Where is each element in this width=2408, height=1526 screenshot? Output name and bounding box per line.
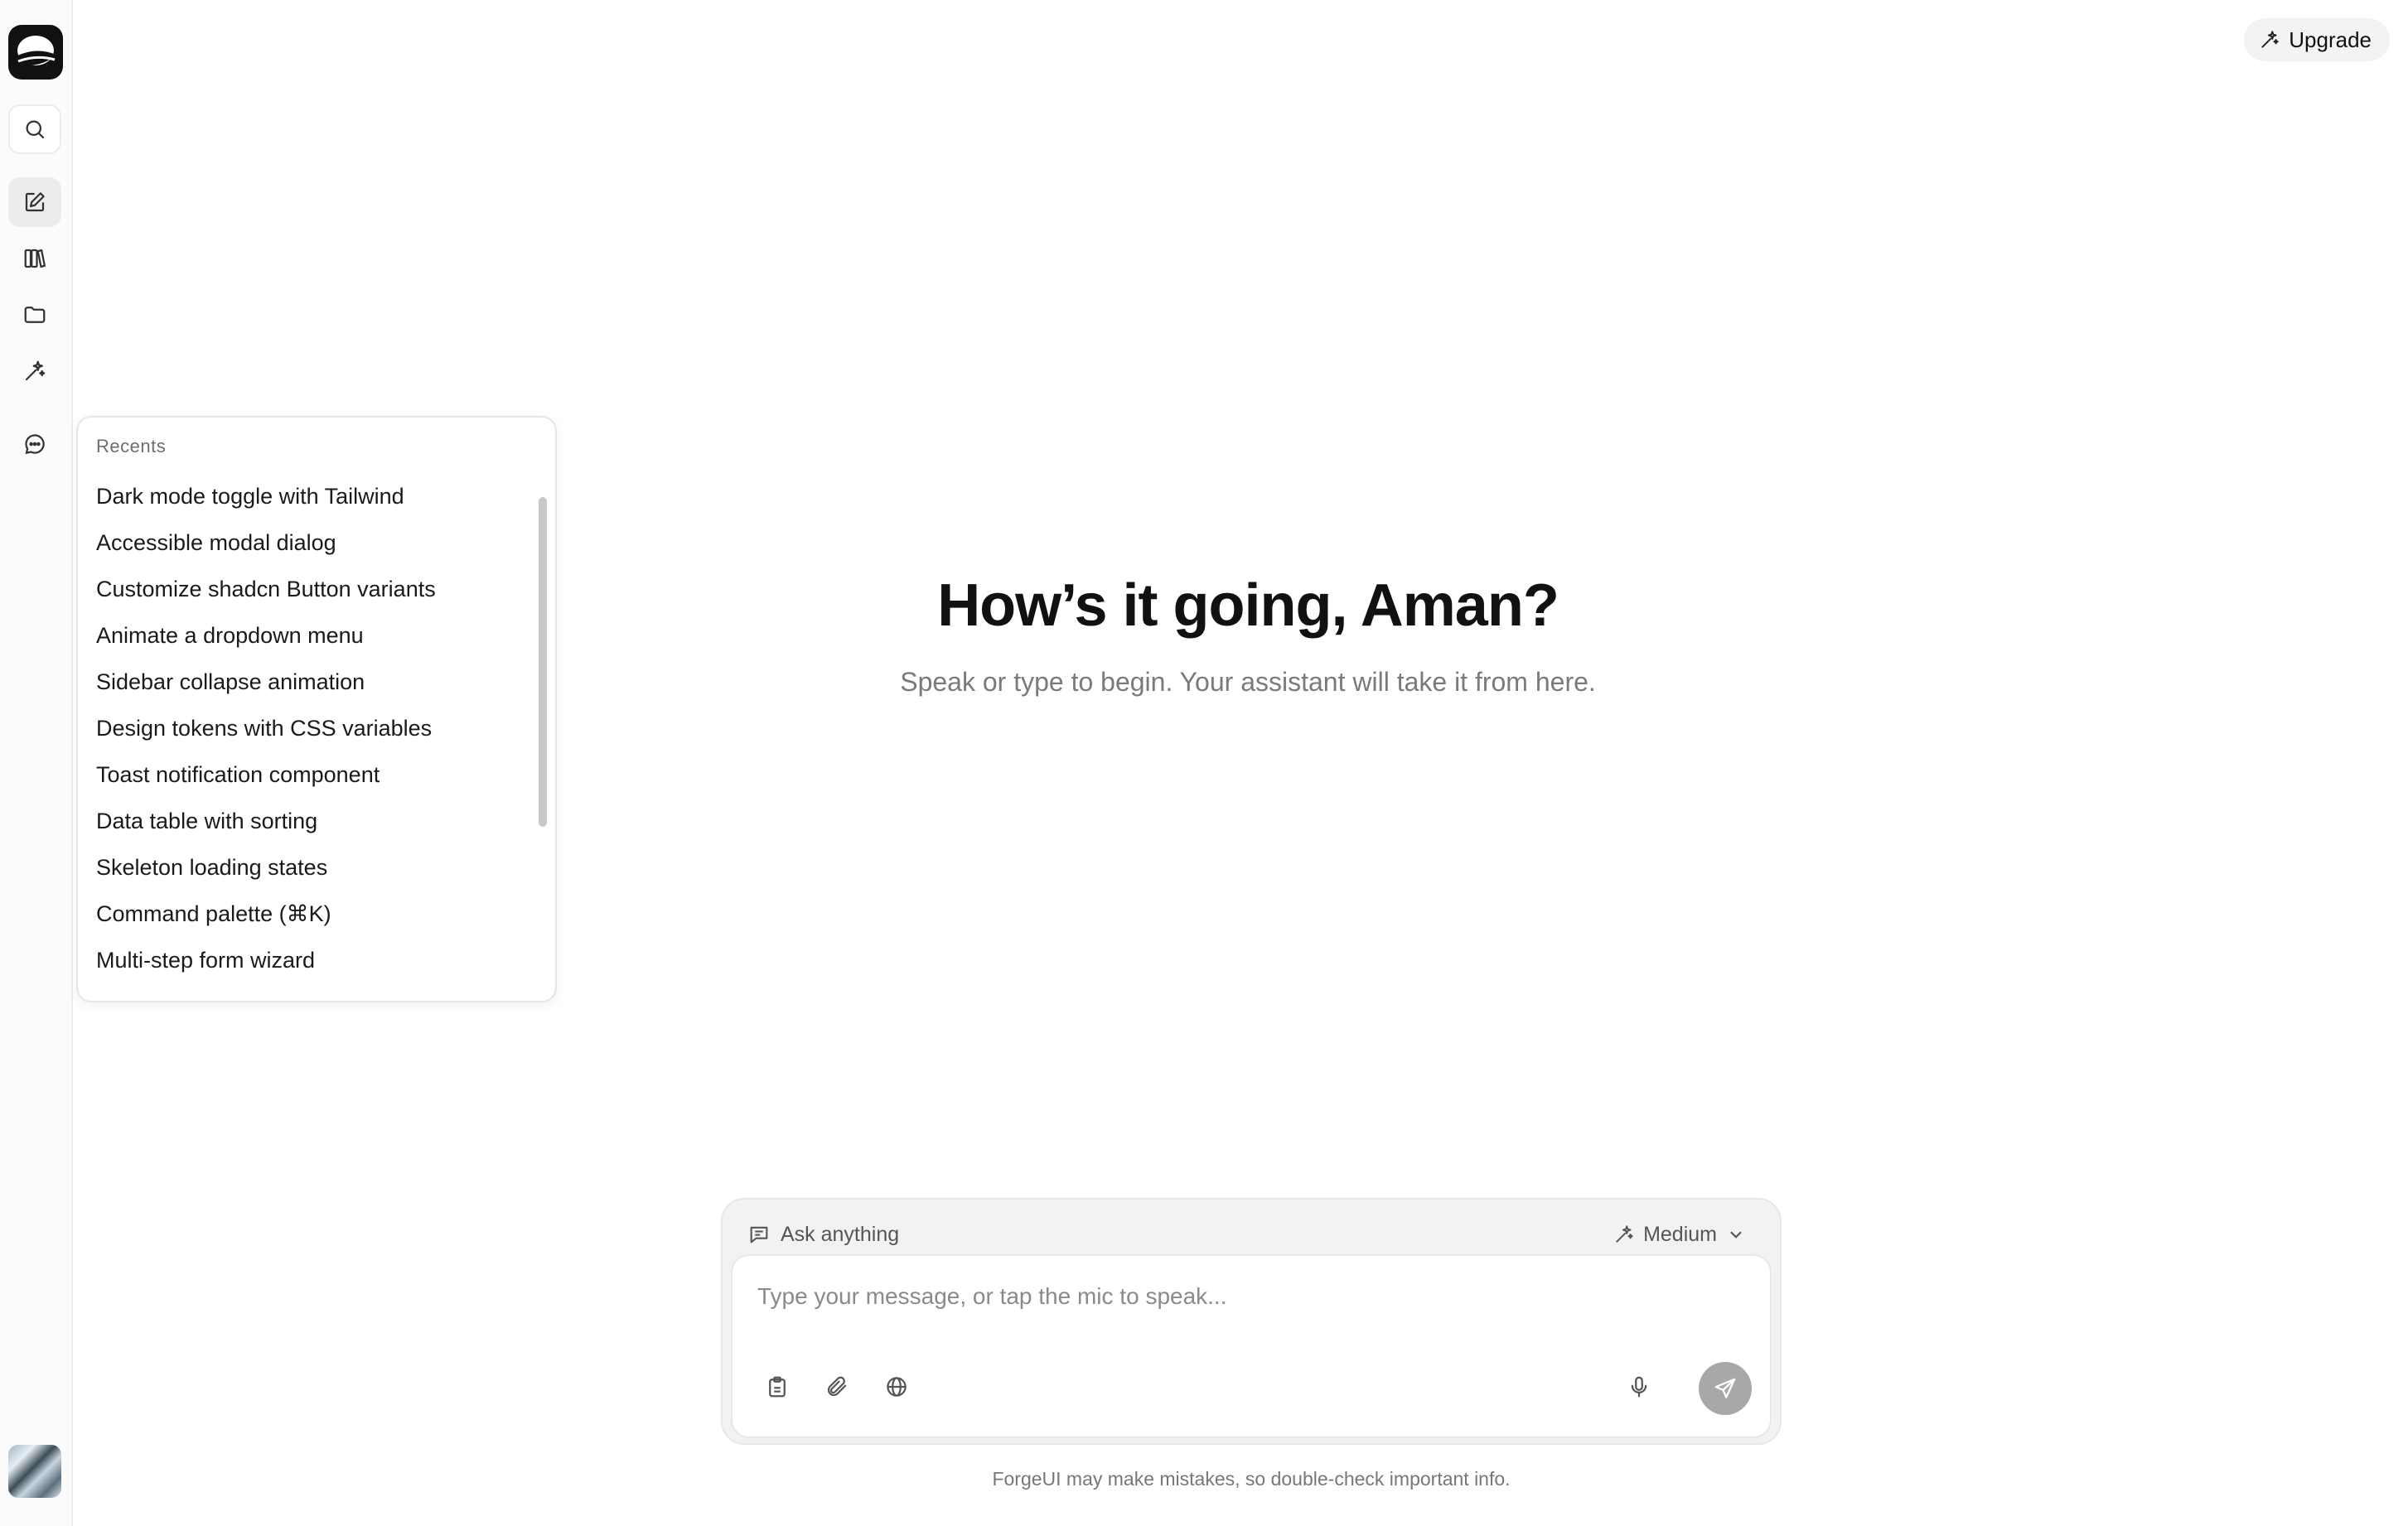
attach-button[interactable] bbox=[817, 1367, 857, 1407]
send-button[interactable] bbox=[1699, 1362, 1752, 1415]
composer: Ask anything Medium bbox=[721, 1198, 1782, 1445]
recent-item[interactable]: Data table with sorting bbox=[96, 802, 527, 848]
search-button[interactable] bbox=[8, 104, 61, 154]
recents-popover: Recents Dark mode toggle with Tailwind A… bbox=[76, 416, 557, 1002]
mic-button[interactable] bbox=[1619, 1367, 1659, 1407]
chat-icon bbox=[25, 434, 45, 455]
sidebar bbox=[0, 0, 73, 1526]
sparkle-icon bbox=[2261, 31, 2279, 48]
clipboard-icon bbox=[769, 1376, 786, 1398]
model-selector[interactable]: Medium bbox=[1613, 1218, 1747, 1251]
web-search-button[interactable] bbox=[877, 1367, 916, 1407]
paperclip-icon bbox=[827, 1376, 847, 1397]
recent-item[interactable]: Design tokens with CSS variables bbox=[96, 709, 527, 756]
clipboard-button[interactable] bbox=[757, 1367, 797, 1407]
library-button[interactable] bbox=[8, 234, 61, 283]
recents-scrollbar[interactable] bbox=[539, 497, 547, 827]
send-icon bbox=[1714, 1378, 1736, 1398]
app-logo[interactable] bbox=[8, 25, 63, 80]
projects-button[interactable] bbox=[8, 290, 61, 340]
upgrade-label: Upgrade bbox=[2289, 27, 2372, 52]
sparkle-icon bbox=[25, 360, 46, 381]
message-input[interactable] bbox=[757, 1276, 1735, 1317]
sparkle-icon bbox=[1616, 1225, 1633, 1243]
globe-icon bbox=[887, 1377, 907, 1397]
recent-item[interactable]: Dark mode toggle with Tailwind bbox=[96, 477, 527, 524]
library-icon bbox=[24, 249, 46, 268]
recent-item[interactable]: Toast notification component bbox=[96, 756, 527, 802]
mode-indicator[interactable]: Ask anything bbox=[747, 1218, 899, 1251]
recents-title: Recents bbox=[96, 436, 167, 456]
microphone-icon bbox=[1631, 1376, 1647, 1398]
page-subtitle: Speak or type to begin. Your assistant w… bbox=[900, 667, 1596, 697]
chevron-down-icon bbox=[1730, 1231, 1742, 1239]
page-title: How’s it going, Aman? bbox=[937, 572, 1559, 639]
search-icon bbox=[26, 120, 45, 139]
chats-button[interactable] bbox=[8, 419, 61, 469]
recent-item[interactable]: Skeleton loading states bbox=[96, 848, 527, 895]
model-label: Medium bbox=[1643, 1222, 1717, 1246]
recent-item[interactable]: Accessible modal dialog bbox=[96, 524, 527, 570]
folder-icon bbox=[24, 307, 46, 323]
sparkle-button[interactable] bbox=[8, 346, 61, 396]
recent-item[interactable]: Command palette (⌘K) bbox=[96, 895, 527, 941]
message-icon bbox=[750, 1226, 768, 1243]
mode-label: Ask anything bbox=[781, 1222, 900, 1246]
recents-list: Dark mode toggle with Tailwind Accessibl… bbox=[96, 477, 527, 988]
disclaimer: ForgeUI may make mistakes, so double-che… bbox=[992, 1468, 1511, 1490]
new-chat-button[interactable] bbox=[8, 177, 61, 227]
upgrade-button[interactable]: Upgrade bbox=[2244, 18, 2390, 61]
new-chat-icon bbox=[25, 192, 45, 212]
recent-item[interactable]: Multi-step form wizard bbox=[96, 941, 527, 988]
user-avatar[interactable] bbox=[8, 1445, 61, 1498]
message-box bbox=[731, 1254, 1772, 1438]
